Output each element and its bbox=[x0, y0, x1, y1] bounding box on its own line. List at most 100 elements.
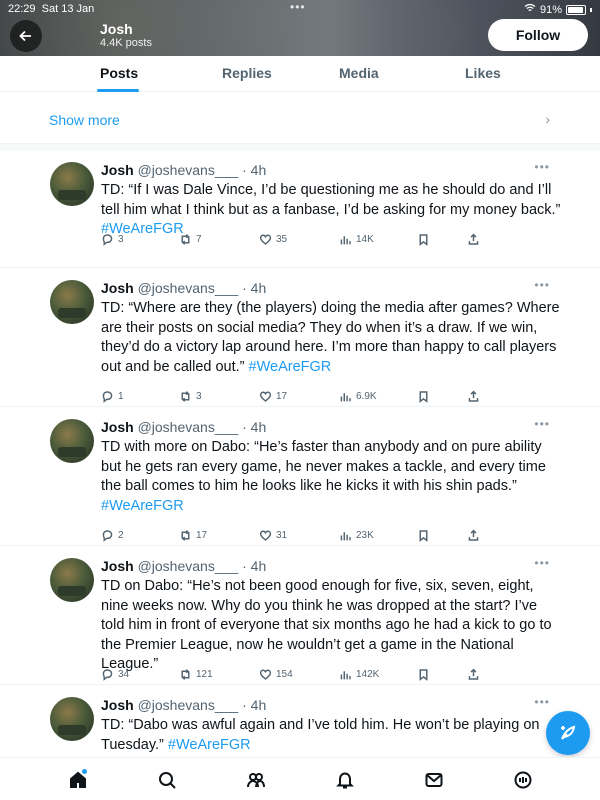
tab-likes[interactable]: Likes bbox=[465, 65, 501, 81]
views-button[interactable]: 14K bbox=[339, 233, 374, 246]
post-time: 4h bbox=[250, 162, 267, 178]
post-text: TD on Dabo: “He’s not been good enough f… bbox=[101, 578, 552, 672]
repost-button[interactable]: 3 bbox=[179, 390, 202, 403]
post[interactable]: Josh @joshevans___ · 4h ••• TD: “Where a… bbox=[0, 268, 600, 407]
tab-media[interactable]: Media bbox=[339, 65, 379, 81]
author-name[interactable]: Josh bbox=[101, 419, 134, 435]
battery-percent: 91% bbox=[539, 3, 562, 16]
repost-count: 17 bbox=[196, 530, 208, 541]
reply-button[interactable]: 2 bbox=[101, 529, 124, 542]
more-options-icon[interactable]: ••• bbox=[534, 695, 550, 709]
more-options-icon[interactable]: ••• bbox=[534, 160, 550, 174]
search-icon[interactable] bbox=[157, 770, 177, 790]
post[interactable]: Josh @joshevans___ · 4h ••• TD: “Dabo wa… bbox=[0, 685, 600, 765]
author-handle[interactable]: @joshevans___ bbox=[138, 419, 239, 435]
status-time: 22:29 Sat 13 Jan bbox=[8, 3, 95, 15]
views-button[interactable]: 6.9K bbox=[339, 390, 377, 403]
view-count: 6.9K bbox=[356, 391, 377, 402]
reply-count: 2 bbox=[118, 530, 124, 541]
hashtag-link[interactable]: #WeAreFGR bbox=[168, 737, 251, 753]
view-count: 14K bbox=[356, 234, 374, 245]
author-handle[interactable]: @joshevans___ bbox=[138, 162, 239, 178]
views-button[interactable]: 23K bbox=[339, 529, 374, 542]
grok-icon[interactable] bbox=[513, 770, 533, 790]
author-name[interactable]: Josh bbox=[101, 162, 134, 178]
post[interactable]: Josh @joshevans___ · 4h ••• TD with more… bbox=[0, 407, 600, 546]
separator-dot: · bbox=[238, 558, 251, 574]
more-options-icon[interactable]: ••• bbox=[534, 417, 550, 431]
reply-button[interactable]: 3 bbox=[101, 233, 124, 246]
reply-button[interactable]: 34 bbox=[101, 668, 129, 681]
more-options-icon[interactable]: ••• bbox=[534, 278, 550, 292]
multitask-dots[interactable]: ••• bbox=[290, 0, 306, 14]
post-time: 4h bbox=[250, 280, 267, 296]
post-actions: 34 121 154 142K bbox=[101, 668, 501, 684]
repost-count: 121 bbox=[196, 669, 213, 680]
avatar[interactable] bbox=[50, 558, 94, 602]
post[interactable]: Josh @joshevans___ · 4h ••• TD: “If I wa… bbox=[0, 150, 600, 268]
repost-button[interactable]: 7 bbox=[179, 233, 202, 246]
post-text: TD: “Where are they (the players) doing … bbox=[101, 300, 560, 375]
post-header: Josh @joshevans___ · 4h bbox=[101, 280, 266, 296]
reply-button[interactable]: 1 bbox=[101, 390, 124, 403]
notifications-icon[interactable] bbox=[335, 770, 355, 790]
repost-button[interactable]: 121 bbox=[179, 668, 213, 681]
hashtag-link[interactable]: #WeAreFGR bbox=[101, 498, 184, 514]
like-count: 35 bbox=[276, 234, 288, 245]
author-handle[interactable]: @joshevans___ bbox=[138, 280, 239, 296]
avatar[interactable] bbox=[50, 280, 94, 324]
avatar[interactable] bbox=[50, 419, 94, 463]
like-count: 31 bbox=[276, 530, 288, 541]
separator-dot: · bbox=[238, 419, 251, 435]
view-count: 142K bbox=[356, 669, 380, 680]
post-text: TD with more on Dabo: “He’s faster than … bbox=[101, 439, 546, 514]
bookmark-button[interactable] bbox=[417, 668, 430, 681]
tab-posts[interactable]: Posts bbox=[100, 65, 138, 81]
battery-cap bbox=[590, 7, 592, 12]
compose-button[interactable] bbox=[546, 711, 590, 755]
more-options-icon[interactable]: ••• bbox=[534, 556, 550, 570]
post-actions: 1 3 17 6.9K bbox=[101, 390, 501, 406]
repost-button[interactable]: 17 bbox=[179, 529, 207, 542]
bookmark-button[interactable] bbox=[417, 233, 430, 246]
share-button[interactable] bbox=[467, 529, 480, 542]
post-header: Josh @joshevans___ · 4h bbox=[101, 162, 266, 178]
profile-name: Josh bbox=[100, 21, 133, 37]
communities-icon[interactable] bbox=[246, 770, 266, 790]
share-button[interactable] bbox=[467, 233, 480, 246]
hashtag-link[interactable]: #WeAreFGR bbox=[249, 359, 332, 375]
post[interactable]: Josh @joshevans___ · 4h ••• TD on Dabo: … bbox=[0, 546, 600, 685]
profile-post-count: 4.4K posts bbox=[100, 37, 152, 49]
profile-tabs: Posts Replies Media Likes bbox=[0, 56, 600, 92]
bookmark-button[interactable] bbox=[417, 529, 430, 542]
tab-replies[interactable]: Replies bbox=[222, 65, 272, 81]
share-button[interactable] bbox=[467, 390, 480, 403]
post-time: 4h bbox=[250, 419, 267, 435]
author-name[interactable]: Josh bbox=[101, 558, 134, 574]
author-handle[interactable]: @joshevans___ bbox=[138, 558, 239, 574]
bookmark-button[interactable] bbox=[417, 390, 430, 403]
status-indicators: 91% bbox=[524, 3, 592, 16]
like-button[interactable]: 154 bbox=[259, 668, 293, 681]
repost-count: 3 bbox=[196, 391, 202, 402]
active-tab-indicator bbox=[97, 89, 139, 92]
author-handle[interactable]: @joshevans___ bbox=[138, 697, 239, 713]
avatar[interactable] bbox=[50, 697, 94, 741]
separator-dot: · bbox=[238, 162, 251, 178]
show-more-label[interactable]: Show more bbox=[49, 112, 120, 128]
show-more-row[interactable]: Show more › bbox=[0, 96, 600, 144]
post-header: Josh @joshevans___ · 4h bbox=[101, 697, 266, 713]
back-button[interactable] bbox=[10, 20, 42, 52]
like-button[interactable]: 35 bbox=[259, 233, 287, 246]
follow-button[interactable]: Follow bbox=[488, 19, 588, 51]
messages-icon[interactable] bbox=[424, 770, 444, 790]
author-name[interactable]: Josh bbox=[101, 280, 134, 296]
views-button[interactable]: 142K bbox=[339, 668, 379, 681]
like-button[interactable]: 31 bbox=[259, 529, 287, 542]
bottom-navigation bbox=[0, 757, 600, 800]
author-name[interactable]: Josh bbox=[101, 697, 134, 713]
reply-count: 3 bbox=[118, 234, 124, 245]
share-button[interactable] bbox=[467, 668, 480, 681]
avatar[interactable] bbox=[50, 162, 94, 206]
like-button[interactable]: 17 bbox=[259, 390, 287, 403]
